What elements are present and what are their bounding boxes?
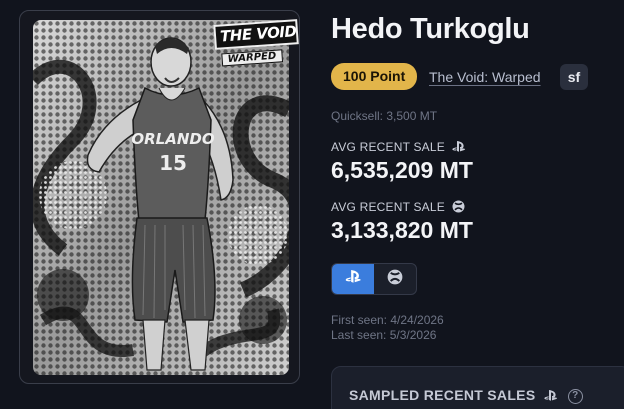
ps-avg-sale-label-text: AVG RECENT SALE [331,140,445,154]
sampled-sales-panel: SAMPLED RECENT SALES ? [331,366,624,409]
set-logo-main: THE VOID [219,22,297,46]
xbox-icon [452,200,465,216]
player-name: Hedo Turkoglu [331,13,530,45]
sampled-sales-title: SAMPLED RECENT SALES [349,387,536,403]
playstation-toggle-button[interactable] [332,264,374,294]
playstation-icon [452,140,466,155]
playstation-icon [544,388,558,404]
xbox-avg-sale-label-text: AVG RECENT SALE [331,200,445,215]
set-link[interactable]: The Void: Warped [429,69,541,85]
playstation-icon [345,270,362,288]
jersey-team-text: ORLANDO [131,130,214,148]
ps-avg-sale-value: 6,535,209 MT [331,157,473,183]
xbox-icon [387,269,403,290]
help-icon[interactable]: ? [567,388,583,404]
ps-avg-sale-label: AVG RECENT SALE [331,140,466,155]
sampled-sales-header: SAMPLED RECENT SALES ? [349,387,583,404]
last-seen-date: Last seen: 5/3/2026 [331,328,437,342]
xbox-avg-sale-label: AVG RECENT SALE [331,200,465,216]
set-logo-sub: WARPED [221,49,283,67]
quicksell-value: Quicksell: 3,500 MT [331,109,438,123]
platform-toggle [331,263,417,295]
set-logo: THE VOID WARPED [213,19,299,77]
first-seen-date: First seen: 4/24/2026 [331,313,444,327]
position-badge: sf [560,64,588,90]
points-badge: 100 Point [331,63,418,90]
xbox-toggle-button[interactable] [374,264,416,294]
jersey-number-text: 15 [159,151,187,175]
xbox-avg-sale-value: 3,133,820 MT [331,217,473,243]
player-card: ORLANDO 15 THE VOID WARPED [19,10,300,384]
